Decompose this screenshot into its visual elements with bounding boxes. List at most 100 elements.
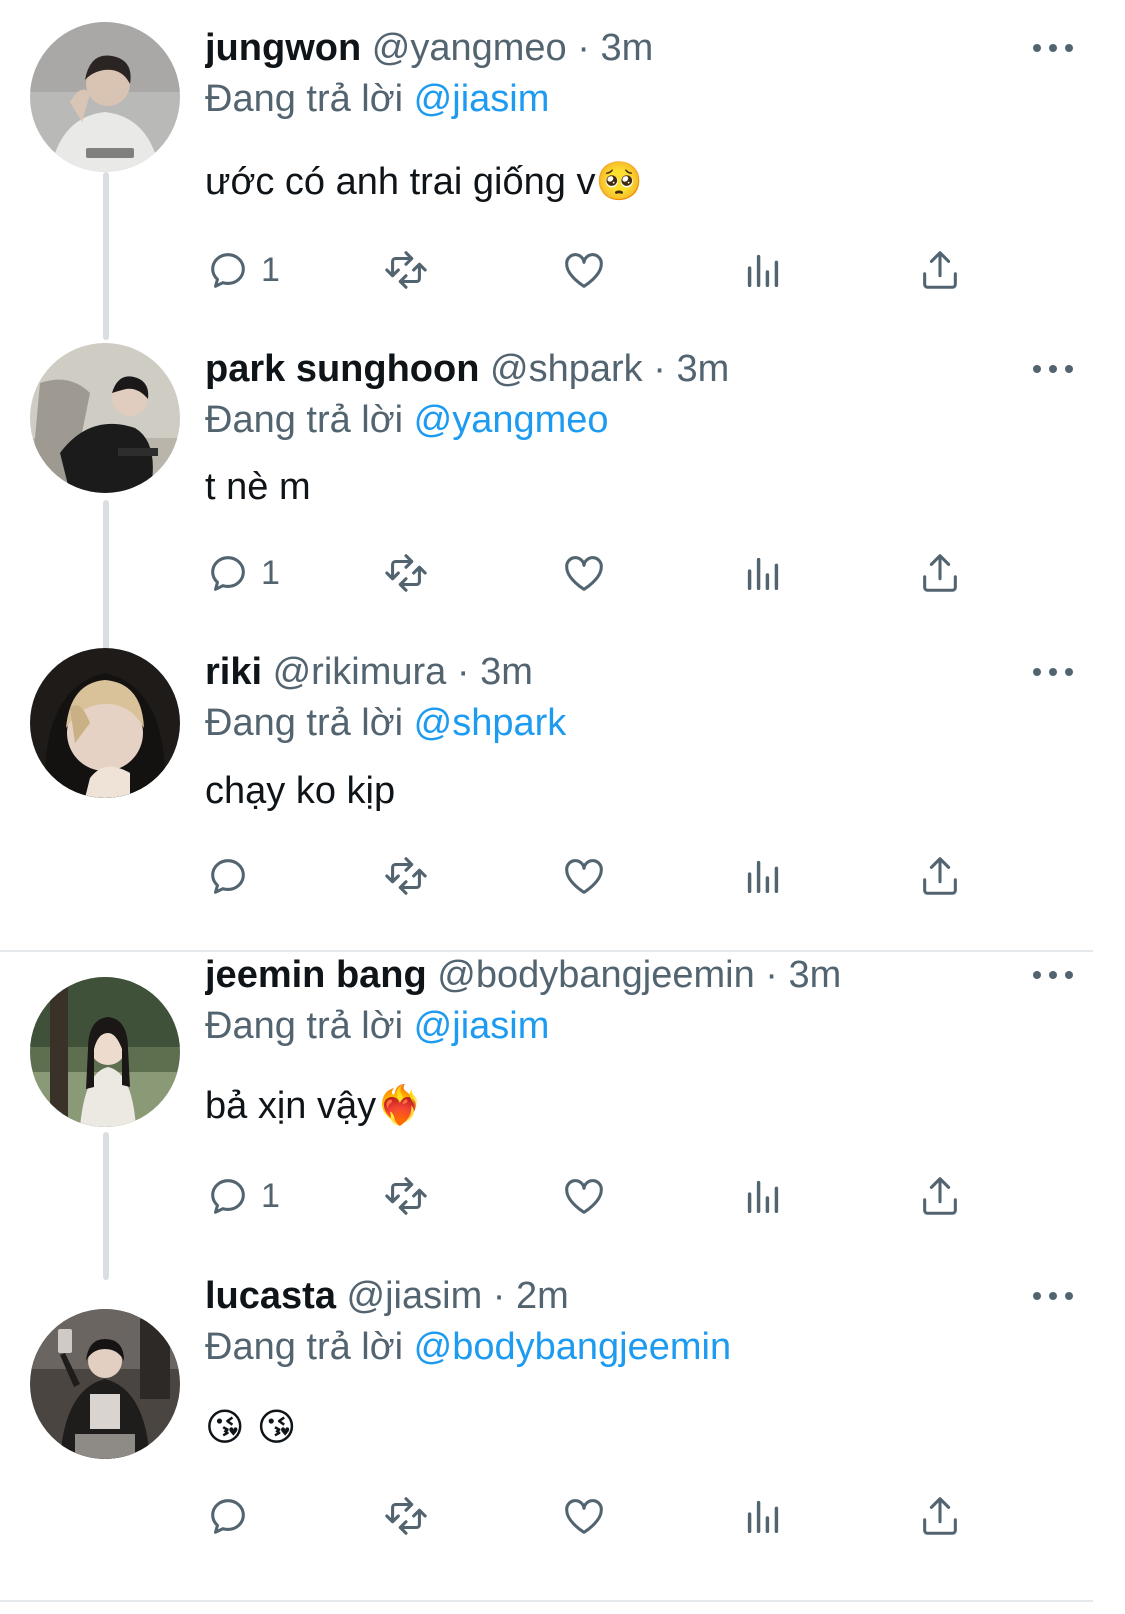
avatar[interactable]	[30, 648, 180, 798]
stats-icon	[747, 557, 779, 591]
tweet-lucasta[interactable]: lucasta @jiasim · 2m Đang trả lời @bodyb…	[0, 1270, 1125, 1600]
avatar[interactable]	[30, 343, 180, 493]
action-bar	[205, 1492, 985, 1540]
timestamp[interactable]: 3m	[676, 348, 729, 390]
tweet-park-sunghoon[interactable]: park sunghoon @shpark · 3m Đang trả lời …	[0, 330, 1125, 650]
user-handle[interactable]: @jiasim	[347, 1275, 483, 1317]
share-button[interactable]	[917, 852, 963, 900]
tweet-text: ước có anh trai giống v🥺	[205, 156, 643, 207]
person-park-avatar	[30, 977, 180, 1127]
reply-count: 1	[261, 250, 280, 289]
timestamp[interactable]: 3m	[789, 954, 842, 996]
retweet-button[interactable]	[383, 852, 429, 900]
person-mirror-selfie-avatar	[30, 1309, 180, 1459]
view-stats-button[interactable]	[740, 549, 786, 597]
more-options-icon[interactable]	[1033, 42, 1073, 54]
retweet-button[interactable]	[383, 1492, 429, 1540]
retweet-icon	[385, 251, 427, 289]
user-handle[interactable]: @bodybangjeemin	[437, 954, 754, 996]
view-stats-button[interactable]	[740, 1492, 786, 1540]
share-icon	[923, 857, 957, 895]
replying-to: Đang trả lời @yangmeo	[205, 396, 609, 444]
retweet-button[interactable]	[383, 549, 429, 597]
reply-button[interactable]	[205, 852, 261, 900]
share-button[interactable]	[917, 246, 963, 294]
reply-count: 1	[261, 553, 280, 592]
mention-link[interactable]: @shpark	[414, 702, 567, 744]
separator-dot: ·	[577, 27, 590, 69]
replying-to-label: Đang trả lời	[205, 78, 404, 120]
replying-to-label: Đang trả lời	[205, 399, 404, 441]
tweet-header: park sunghoon @shpark · 3m	[205, 345, 1045, 393]
like-button[interactable]	[561, 1172, 607, 1220]
view-stats-button[interactable]	[740, 852, 786, 900]
stats-icon	[747, 254, 779, 288]
share-button[interactable]	[917, 1492, 963, 1540]
share-icon	[923, 1497, 957, 1535]
user-handle[interactable]: @yangmeo	[372, 27, 567, 69]
like-button[interactable]	[561, 1492, 607, 1540]
separator-dot: ·	[765, 954, 778, 996]
reply-icon	[211, 556, 245, 591]
avatar[interactable]	[30, 22, 180, 172]
share-button[interactable]	[917, 1172, 963, 1220]
tweet-text: t nè m	[205, 462, 311, 512]
retweet-button[interactable]	[383, 1172, 429, 1220]
share-icon	[923, 251, 957, 289]
display-name[interactable]: lucasta	[205, 1275, 336, 1317]
timestamp[interactable]: 2m	[516, 1275, 569, 1317]
timestamp[interactable]: 3m	[600, 27, 653, 69]
mention-link[interactable]: @jiasim	[414, 78, 550, 120]
replying-to-label: Đang trả lời	[205, 1326, 404, 1368]
display-name[interactable]: park sunghoon	[205, 348, 479, 390]
action-bar: 1	[205, 1172, 985, 1220]
avatar[interactable]	[30, 1309, 180, 1459]
retweet-icon	[385, 857, 427, 895]
user-handle[interactable]: @shpark	[490, 348, 643, 390]
reply-button[interactable]: 1	[205, 549, 280, 597]
heart-icon	[565, 859, 603, 894]
person-hood-avatar	[30, 648, 180, 798]
mention-link[interactable]: @bodybangjeemin	[414, 1326, 731, 1368]
display-name[interactable]: riki	[205, 651, 262, 693]
reply-button[interactable]: 1	[205, 1172, 280, 1220]
more-options-icon[interactable]	[1033, 363, 1073, 375]
view-stats-button[interactable]	[740, 1172, 786, 1220]
more-options-icon[interactable]	[1033, 1290, 1073, 1302]
mention-link[interactable]: @yangmeo	[414, 399, 609, 441]
action-bar: 1	[205, 549, 985, 597]
action-bar: 1	[205, 246, 985, 294]
reply-button[interactable]: 1	[205, 246, 280, 294]
more-options-icon[interactable]	[1033, 666, 1073, 678]
reply-icon	[211, 1499, 245, 1534]
heart-icon	[565, 1179, 603, 1214]
heart-icon	[565, 556, 603, 591]
mention-link[interactable]: @jiasim	[414, 1005, 550, 1047]
thread-line	[103, 172, 109, 340]
avatar[interactable]	[30, 977, 180, 1127]
like-button[interactable]	[561, 852, 607, 900]
replying-to: Đang trả lời @jiasim	[205, 75, 549, 123]
share-button[interactable]	[917, 549, 963, 597]
like-button[interactable]	[561, 549, 607, 597]
reply-button[interactable]	[205, 1492, 261, 1540]
replying-to: Đang trả lời @shpark	[205, 699, 566, 747]
user-handle[interactable]: @rikimura	[273, 651, 447, 693]
share-icon	[923, 1177, 957, 1215]
person-hoodie-avatar	[30, 22, 180, 172]
tweet-jeemin-bang[interactable]: jeemin bang @bodybangjeemin · 3m Đang tr…	[0, 952, 1125, 1280]
display-name[interactable]: jeemin bang	[205, 954, 427, 996]
tweet-jungwon[interactable]: jungwon @yangmeo · 3m Đang trả lời @jias…	[0, 0, 1125, 340]
replying-to: Đang trả lời @jiasim	[205, 1002, 549, 1050]
timestamp[interactable]: 3m	[480, 651, 533, 693]
reply-icon	[211, 253, 245, 288]
view-stats-button[interactable]	[740, 246, 786, 294]
tweet-text: 😘 😘	[205, 1402, 296, 1453]
like-button[interactable]	[561, 246, 607, 294]
retweet-icon	[385, 1177, 427, 1215]
more-options-icon[interactable]	[1033, 969, 1073, 981]
tweet-text: bả xịn vậy❤️‍🔥	[205, 1080, 423, 1131]
display-name[interactable]: jungwon	[205, 27, 361, 69]
retweet-button[interactable]	[383, 246, 429, 294]
tweet-riki[interactable]: riki @rikimura · 3m Đang trả lời @shpark…	[0, 640, 1125, 950]
